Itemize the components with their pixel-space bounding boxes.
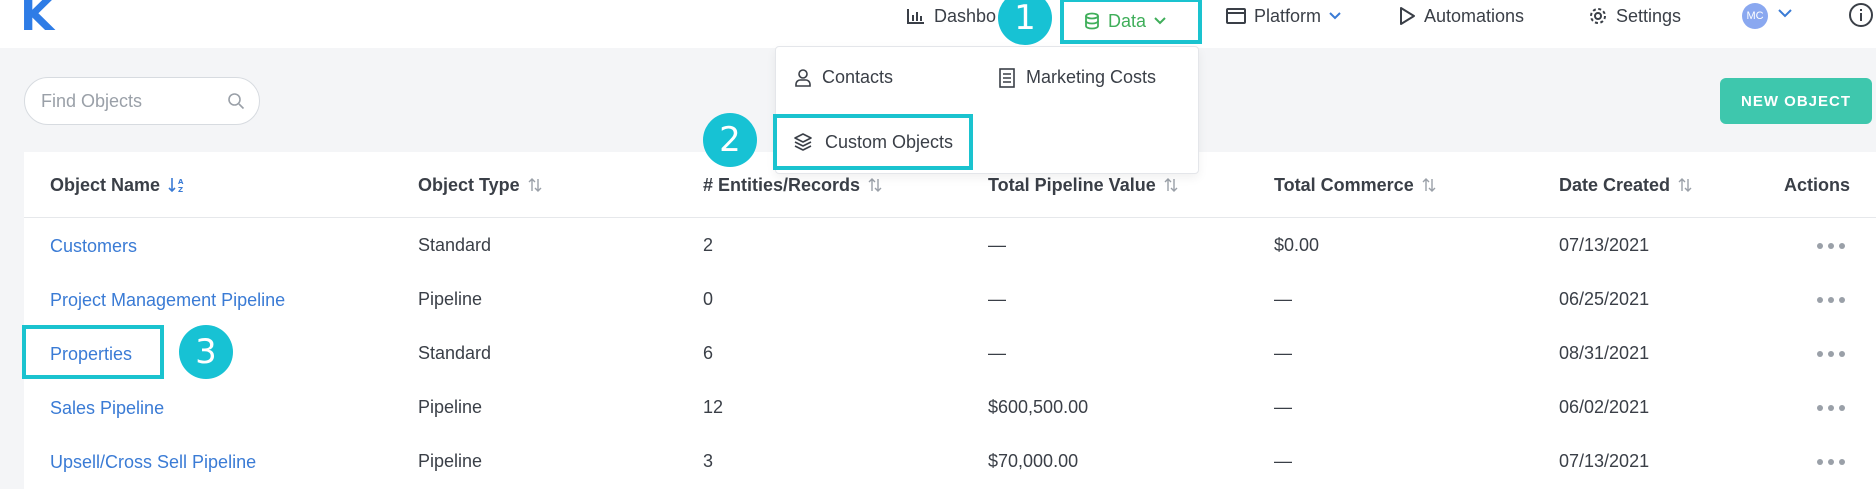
nav-platform[interactable]: Platform xyxy=(1226,0,1341,32)
properties-highlight xyxy=(22,325,164,379)
date-created-cell: 07/13/2021 xyxy=(1559,235,1650,255)
menu-item-marketing-costs[interactable]: Marketing Costs xyxy=(998,67,1156,88)
records-cell: 0 xyxy=(703,289,714,309)
object-name-link[interactable]: Customers xyxy=(50,234,137,258)
receipt-icon xyxy=(999,67,1015,88)
nav-data-label: Data xyxy=(1108,10,1147,31)
pipeline-value-cell: — xyxy=(988,235,1006,255)
sort-icon xyxy=(868,178,882,192)
pipeline-value-cell: — xyxy=(988,289,1006,309)
person-icon xyxy=(795,68,811,87)
object-type-cell: Pipeline xyxy=(418,289,483,309)
search-icon[interactable] xyxy=(227,92,245,110)
commerce-cell: $0.00 xyxy=(1274,235,1320,255)
chevron-down-icon xyxy=(1154,17,1166,25)
commerce-cell: — xyxy=(1274,451,1292,471)
object-type-cell: Standard xyxy=(418,343,492,363)
header-divider xyxy=(24,217,1876,218)
pipeline-value-cell: $600,500.00 xyxy=(988,397,1089,417)
pipeline-value-cell: $70,000.00 xyxy=(988,451,1079,471)
step-badge-3: 3 xyxy=(179,325,233,379)
date-created-cell: 08/31/2021 xyxy=(1559,343,1650,363)
row-actions-menu[interactable] xyxy=(1817,351,1845,357)
svg-text:A: A xyxy=(178,178,184,186)
layers-icon xyxy=(794,133,812,151)
records-cell: 6 xyxy=(703,343,714,363)
app-logo[interactable]: K xyxy=(20,0,54,38)
nav-automations-label: Automations xyxy=(1424,5,1525,26)
nav-data[interactable]: Data xyxy=(1060,0,1202,44)
object-name-link[interactable]: Sales Pipeline xyxy=(50,396,164,420)
date-created-cell: 06/02/2021 xyxy=(1559,397,1650,417)
step-badge-2: 2 xyxy=(703,113,757,167)
gear-icon xyxy=(1590,8,1606,24)
column-header-object-name[interactable]: Object Name AZ xyxy=(50,173,186,197)
records-cell: 2 xyxy=(703,235,714,255)
column-header-commerce[interactable]: Total Commerce xyxy=(1274,173,1436,197)
search-box xyxy=(24,77,260,125)
menu-item-label: Contacts xyxy=(822,67,894,87)
column-header-label: Object Type xyxy=(418,174,520,195)
sort-icon xyxy=(1164,178,1178,192)
sort-icon xyxy=(1422,178,1436,192)
date-created-cell: 07/13/2021 xyxy=(1559,451,1650,471)
object-name-link[interactable]: Upsell/Cross Sell Pipeline xyxy=(50,450,256,474)
menu-item-custom-objects[interactable]: Custom Objects xyxy=(773,114,973,170)
avatar[interactable]: MC xyxy=(1742,3,1768,29)
row-actions-menu[interactable] xyxy=(1817,405,1845,411)
sort-icon xyxy=(528,178,542,192)
nav-dashboard[interactable]: Dashbo xyxy=(906,0,996,32)
commerce-cell: — xyxy=(1274,397,1292,417)
column-header-object-type[interactable]: Object Type xyxy=(418,173,542,197)
search-input[interactable] xyxy=(41,90,221,112)
chevron-down-icon[interactable] xyxy=(1778,9,1792,18)
commerce-cell: — xyxy=(1274,289,1292,309)
sort-icon xyxy=(1678,178,1692,192)
object-type-cell: Pipeline xyxy=(418,451,483,471)
menu-item-label: Custom Objects xyxy=(825,131,954,152)
objects-table xyxy=(24,152,1876,489)
database-icon xyxy=(1085,12,1099,30)
row-actions-menu[interactable] xyxy=(1817,297,1845,303)
new-object-button[interactable]: NEW OBJECT xyxy=(1720,78,1872,124)
commerce-cell: — xyxy=(1274,343,1292,363)
records-cell: 12 xyxy=(703,397,724,417)
play-icon xyxy=(1400,7,1415,25)
object-type-cell: Pipeline xyxy=(418,397,483,417)
bar-chart-icon xyxy=(907,9,924,24)
column-header-pipeline-value[interactable]: Total Pipeline Value xyxy=(988,173,1178,197)
chevron-down-icon xyxy=(1329,12,1341,20)
menu-item-contacts[interactable]: Contacts xyxy=(794,67,893,88)
column-header-actions: Actions xyxy=(1784,173,1850,197)
sort-az-icon: AZ xyxy=(168,178,184,194)
nav-settings-label: Settings xyxy=(1616,5,1682,26)
column-header-label: Total Pipeline Value xyxy=(988,174,1156,195)
nav-dashboard-label: Dashbo xyxy=(934,5,997,26)
svg-text:Z: Z xyxy=(178,186,183,194)
top-nav: K Dashbo Data Platform Automations Setti… xyxy=(0,0,1876,48)
column-header-label: Object Name xyxy=(50,174,161,195)
column-header-date-created[interactable]: Date Created xyxy=(1559,173,1692,197)
date-created-cell: 06/25/2021 xyxy=(1559,289,1650,309)
nav-platform-label: Platform xyxy=(1254,5,1322,26)
records-cell: 3 xyxy=(703,451,714,471)
menu-item-label: Marketing Costs xyxy=(1026,67,1157,87)
nav-automations[interactable]: Automations xyxy=(1398,0,1524,32)
info-icon[interactable] xyxy=(1848,2,1874,28)
row-actions-menu[interactable] xyxy=(1817,459,1845,465)
column-header-label: # Entities/Records xyxy=(703,174,861,195)
column-header-label: Date Created xyxy=(1559,174,1671,195)
object-name-link[interactable]: Project Management Pipeline xyxy=(50,288,285,312)
column-header-records[interactable]: # Entities/Records xyxy=(703,173,882,197)
nav-settings[interactable]: Settings xyxy=(1588,0,1681,32)
window-icon xyxy=(1226,8,1246,24)
object-type-cell: Standard xyxy=(418,235,492,255)
pipeline-value-cell: — xyxy=(988,343,1006,363)
row-actions-menu[interactable] xyxy=(1817,243,1845,249)
column-header-label: Actions xyxy=(1784,174,1851,195)
column-header-label: Total Commerce xyxy=(1274,174,1414,195)
